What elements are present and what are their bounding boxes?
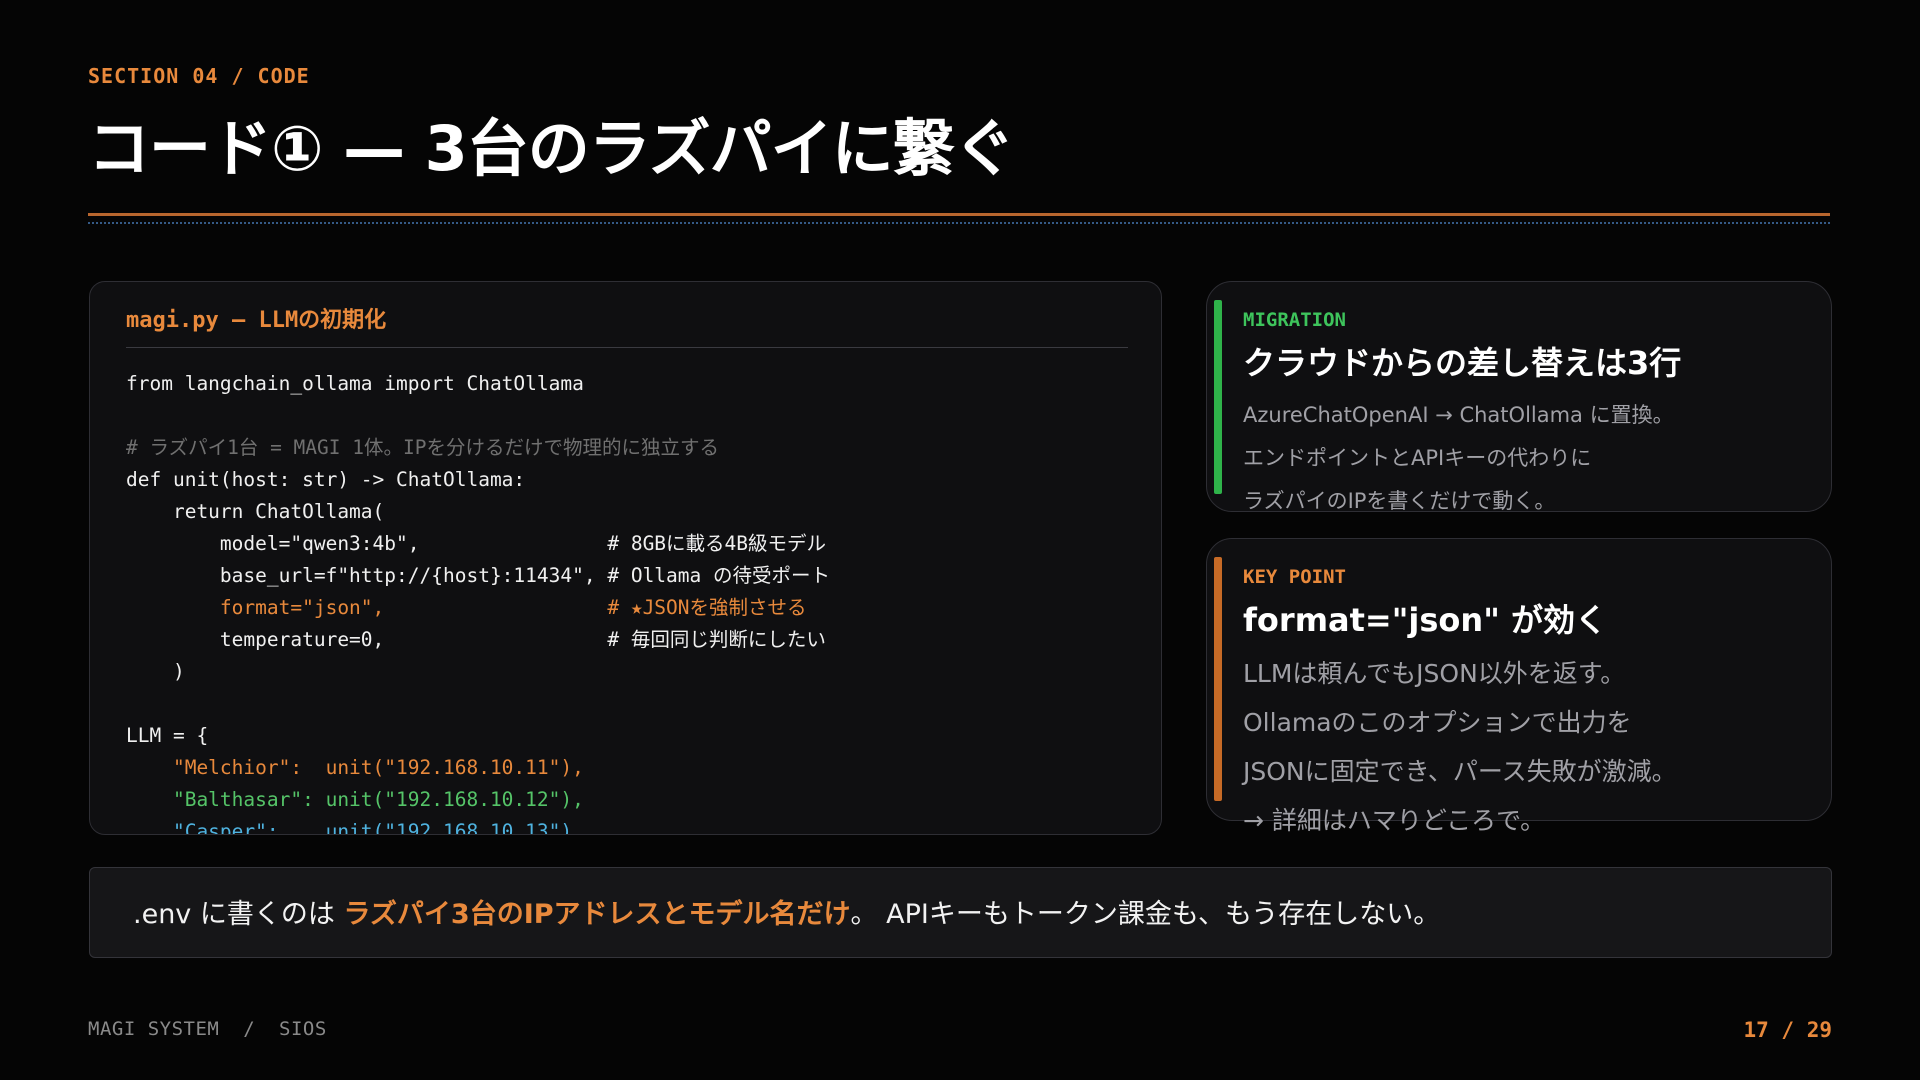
footer-brand: MAGI SYSTEM / SIOS xyxy=(88,1018,327,1040)
code-comment: # ★JSONを強制させる xyxy=(607,596,807,619)
code-comment: # Ollama の待受ポート xyxy=(607,564,831,587)
key-point-body: LLMは頼んでもJSON以外を返す。 Ollamaのこのオプションで出力を JS… xyxy=(1243,649,1677,845)
code-line: base_url=f"http://{host}:11434", # Ollam… xyxy=(126,560,830,592)
key-point-body-line: Ollamaのこのオプションで出力を xyxy=(1243,708,1632,737)
migration-heading: クラウドからの差し替えは3行 xyxy=(1243,344,1682,382)
code-text: from langchain_ollama import ChatOllama xyxy=(126,372,584,395)
code-text: LLM = { xyxy=(126,724,209,747)
migration-body-line: エンドポイントとAPIキーの代わりに xyxy=(1243,446,1592,470)
code-panel: magi.py — LLMの初期化 from langchain_ollama … xyxy=(89,281,1162,835)
code-line: "Balthasar": unit("192.168.10.12"), xyxy=(126,784,830,816)
code-line: ) xyxy=(126,656,830,688)
code-line: format="json", # ★JSONを強制させる xyxy=(126,592,830,624)
migration-body-line: ラズパイのIPを書くだけで動く。 xyxy=(1243,489,1556,513)
section-label: SECTION 04 / CODE xyxy=(88,64,310,88)
code-line: from langchain_ollama import ChatOllama xyxy=(126,368,830,400)
migration-label: MIGRATION xyxy=(1243,309,1346,331)
title-divider xyxy=(88,213,1830,216)
key-point-label: KEY POINT xyxy=(1243,566,1346,588)
code-line: # ラズパイ1台 = MAGI 1体。IPを分けるだけで物理的に独立する xyxy=(126,432,830,464)
migration-card: MIGRATION クラウドからの差し替えは3行 AzureChatOpenAI… xyxy=(1206,281,1832,513)
code-text: temperature=0, xyxy=(126,628,608,651)
code-line: "Casper": unit("192.168.10.13"), xyxy=(126,816,830,835)
code-comment: # ラズパイ1台 = MAGI 1体。IPを分けるだけで物理的に独立する xyxy=(126,436,719,459)
code-line: def unit(host: str) -> ChatOllama: xyxy=(126,464,830,496)
banner-highlight: ラズパイ3台のIPアドレスとモデル名だけ xyxy=(343,899,851,930)
summary-banner: .env に書くのは ラズパイ3台のIPアドレスとモデル名だけ。 APIキーもト… xyxy=(89,867,1832,958)
code-line: model="qwen3:4b", # 8GBに載る4B級モデル xyxy=(126,528,830,560)
key-point-card: KEY POINT format="json" が効く LLMは頼んでもJSON… xyxy=(1206,538,1832,835)
banner-suffix: 。 APIキーもトークン課金も、もう存在しない。 xyxy=(850,899,1441,930)
code-text: base_url=f"http://{host}:11434", xyxy=(126,564,608,587)
page-number: 17 / 29 xyxy=(1743,1018,1832,1042)
code-comment: # 毎回同じ判断にしたい xyxy=(607,628,826,651)
banner-prefix: .env に書くのは xyxy=(133,899,344,930)
code-line: return ChatOllama( xyxy=(126,496,830,528)
key-point-body-line: → 詳細はハマりどころで。 xyxy=(1243,806,1546,835)
key-point-body-line: JSONに固定でき、パース失敗が激減。 xyxy=(1243,757,1677,786)
key-point-accent-bar xyxy=(1214,557,1222,801)
migration-accent-bar xyxy=(1214,300,1222,494)
code-text: ) xyxy=(126,660,185,683)
key-point-heading: format="json" が効く xyxy=(1243,601,1608,639)
title-divider-dotted xyxy=(88,222,1830,224)
code-text: "Casper": unit("192.168.10.13"), xyxy=(126,820,584,835)
migration-body-line: AzureChatOpenAI → ChatOllama に置換。 xyxy=(1243,403,1674,427)
page-title: コード① — 3台のラズパイに繋ぐ xyxy=(88,112,1016,185)
code-panel-title: magi.py — LLMの初期化 xyxy=(126,308,387,333)
code-text: format="json", xyxy=(126,596,608,619)
key-point-body-line: LLMは頼んでもJSON以外を返す。 xyxy=(1243,659,1626,688)
code-text: return ChatOllama( xyxy=(126,500,385,523)
code-line: temperature=0, # 毎回同じ判断にしたい xyxy=(126,624,830,656)
code-text: "Balthasar": unit("192.168.10.12"), xyxy=(126,788,584,811)
code-panel-divider xyxy=(126,347,1128,348)
code-text: def unit(host: str) -> ChatOllama: xyxy=(126,468,526,491)
code-text: model="qwen3:4b", xyxy=(126,532,608,555)
code-comment: # 8GBに載る4B級モデル xyxy=(607,532,827,555)
code-line: "Melchior": unit("192.168.10.11"), xyxy=(126,752,830,784)
code-block: from langchain_ollama import ChatOllama #… xyxy=(126,368,830,835)
code-line: LLM = { xyxy=(126,720,830,752)
migration-body: AzureChatOpenAI → ChatOllama に置換。 エンドポイン… xyxy=(1243,394,1674,523)
banner-text: .env に書くのは ラズパイ3台のIPアドレスとモデル名だけ。 APIキーもト… xyxy=(133,892,1440,931)
code-text: "Melchior": unit("192.168.10.11"), xyxy=(126,756,584,779)
